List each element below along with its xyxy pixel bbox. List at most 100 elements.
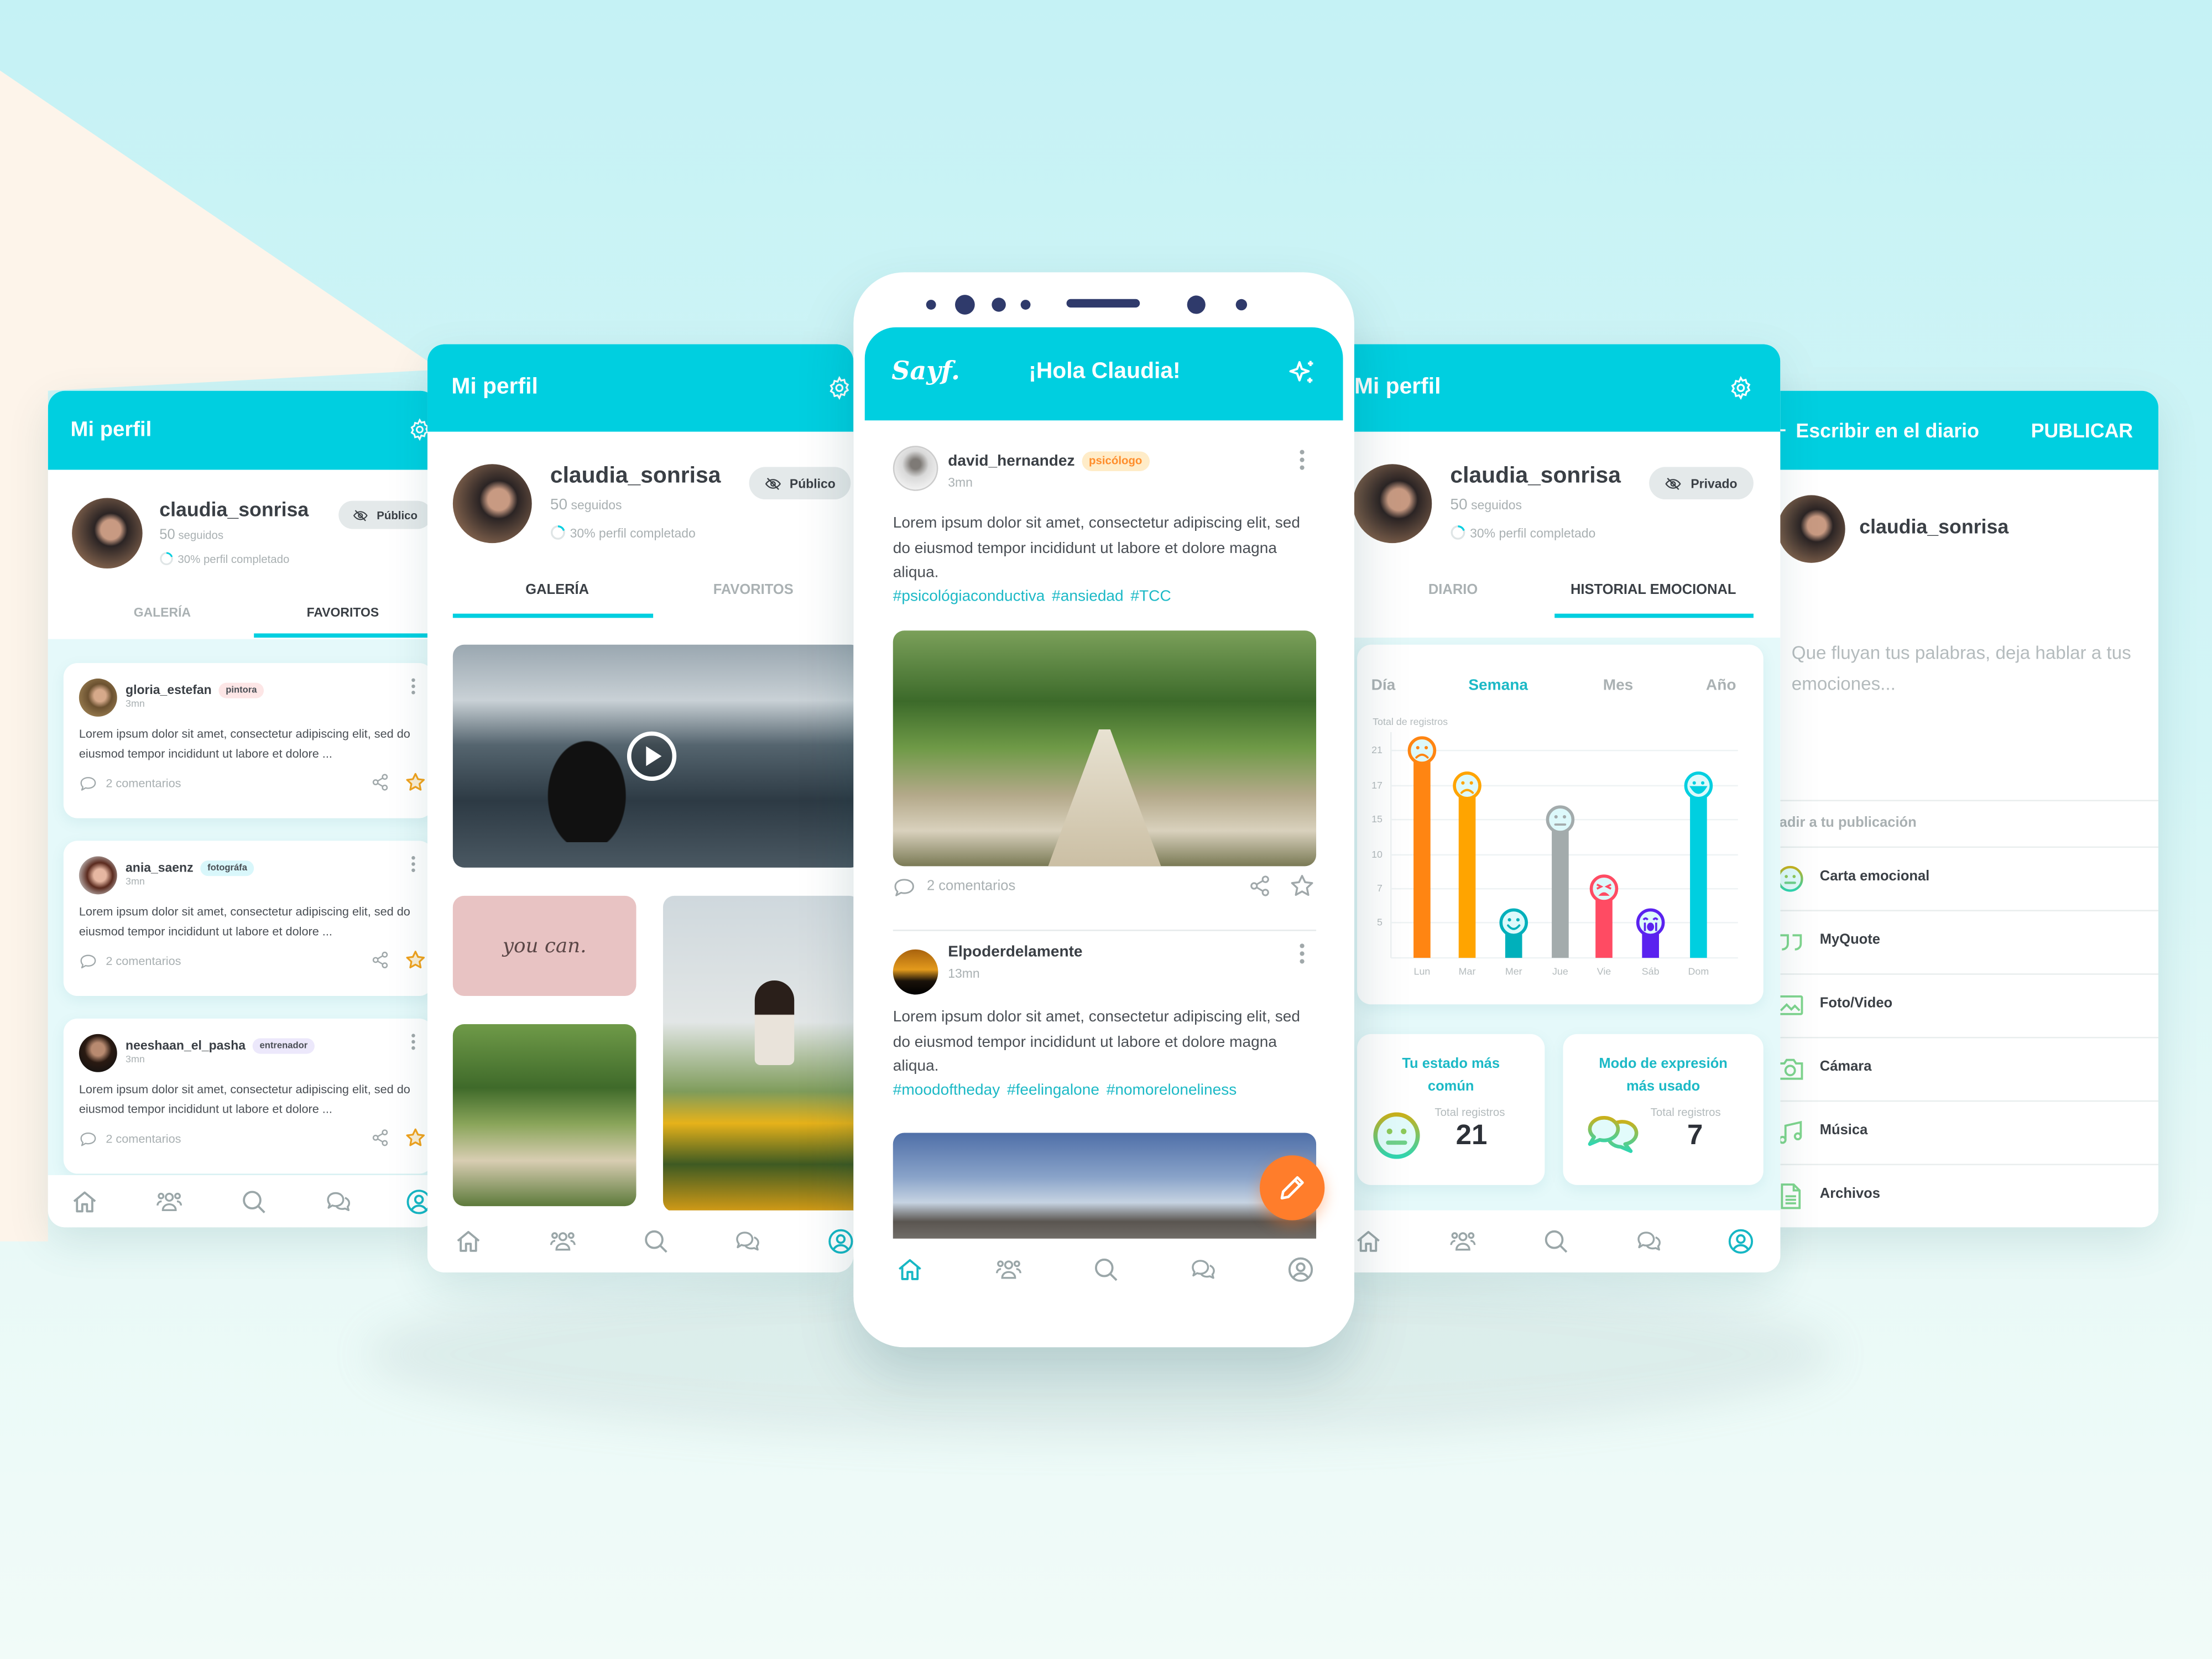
diary-textarea[interactable]: Que fluyan tus palabras, deja hablar a t… (1792, 638, 2137, 700)
post-card[interactable]: gloria_estefan pintora 3mn Lorem ipsum do… (63, 662, 434, 818)
share-icon[interactable] (371, 773, 389, 791)
comments-count[interactable]: 2 comentarios (106, 776, 181, 790)
option-archivos[interactable]: Archivos (1735, 1164, 2159, 1228)
chat-icon[interactable] (1635, 1227, 1663, 1255)
comments-count[interactable]: 2 comentarios (106, 953, 181, 968)
share-icon[interactable] (371, 1129, 389, 1147)
author-name: gloria_estefan (126, 682, 212, 697)
comment-icon[interactable] (79, 776, 97, 791)
chat-icon[interactable] (734, 1227, 762, 1255)
x-tick-label: Jue (1552, 966, 1568, 977)
profile-icon[interactable] (827, 1227, 853, 1255)
star-icon[interactable] (405, 1127, 426, 1148)
completion-text: 30% perfil completado (1470, 525, 1596, 540)
post-author: david_hernandez psicólogo (948, 451, 1150, 472)
hashtag[interactable]: #nomoreloneliness (1107, 1082, 1237, 1099)
compose-button[interactable] (1260, 1155, 1325, 1220)
star-icon[interactable] (405, 771, 426, 792)
tab-favoritos[interactable]: FAVORITOS (307, 605, 379, 619)
post-text: Lorem ipsum dolor sit amet, consectetur … (79, 904, 410, 938)
comment-icon[interactable] (79, 953, 97, 969)
author-name: neeshaan_el_pasha (126, 1038, 246, 1053)
app-logo[interactable]: Sayf. (891, 357, 960, 387)
active-tab-indicator (452, 613, 654, 618)
tab-favoritos[interactable]: FAVORITOS (713, 583, 794, 598)
completion-text: 30% perfil completado (570, 525, 696, 540)
x-tick-label: Lun (1414, 966, 1431, 977)
option-myquote[interactable]: MyQuote (1735, 910, 2159, 973)
chat-icon[interactable] (325, 1187, 353, 1215)
tab-diario[interactable]: DIARIO (1428, 583, 1478, 598)
person-figure (754, 980, 795, 1066)
post-card[interactable]: ania_saenz fotográfa 3mn Lorem ipsum dolo… (63, 841, 434, 997)
home-icon[interactable] (71, 1187, 99, 1215)
tab-galeria[interactable]: GALERÍA (525, 583, 589, 598)
app-header: Mi perfil (1333, 344, 1781, 432)
following-count: 50 seguidos (1450, 497, 1522, 514)
profile-icon[interactable] (1726, 1227, 1755, 1255)
profile-icon[interactable] (1287, 1255, 1315, 1284)
comment-icon[interactable] (893, 878, 916, 898)
comment-icon[interactable] (79, 1131, 97, 1147)
community-icon[interactable] (549, 1227, 577, 1255)
tab-historial-emocional[interactable]: HISTORIAL EMOCIONAL (1571, 583, 1736, 598)
x-tick-label: Sáb (1642, 966, 1660, 977)
more-options-icon[interactable] (1295, 448, 1310, 471)
visibility-toggle[interactable]: Público (338, 500, 432, 529)
more-options-icon[interactable] (408, 1032, 419, 1051)
sparkle-icon[interactable] (1287, 358, 1318, 389)
hashtag[interactable]: #moodoftheday (893, 1082, 1000, 1099)
more-options-icon[interactable] (408, 855, 419, 873)
community-icon[interactable] (155, 1187, 184, 1215)
play-icon[interactable] (627, 731, 677, 781)
gear-icon[interactable] (827, 375, 852, 401)
community-icon[interactable] (1449, 1227, 1477, 1255)
gear-icon[interactable] (1728, 375, 1754, 401)
option-carta-emocional[interactable]: Carta emocional (1735, 846, 2159, 910)
quote-card-image[interactable]: you can. (452, 895, 637, 997)
search-icon[interactable] (240, 1187, 268, 1215)
home-icon[interactable] (896, 1255, 924, 1284)
community-icon[interactable] (994, 1255, 1022, 1284)
share-icon[interactable] (1249, 875, 1271, 898)
publish-button[interactable]: PUBLICAR (2031, 419, 2133, 442)
share-icon[interactable] (371, 951, 389, 969)
bar-Mar[interactable] (1458, 785, 1476, 958)
bottom-nav (1333, 1210, 1781, 1273)
post-card[interactable]: neeshaan_el_pasha entrenador 3mn Lorem ip… (63, 1018, 434, 1174)
author-name: ania_saenz (126, 860, 194, 875)
comments-count[interactable]: 2 comentarios (927, 879, 1015, 894)
home-icon[interactable] (454, 1227, 482, 1255)
search-icon[interactable] (1542, 1227, 1570, 1255)
comments-count[interactable]: 2 comentarios (106, 1131, 181, 1146)
visibility-toggle[interactable]: Público (749, 467, 851, 500)
option-m-sica[interactable]: Música (1735, 1100, 2159, 1164)
star-icon[interactable] (405, 950, 426, 971)
hashtag[interactable]: #feelingalone (1007, 1082, 1099, 1099)
more-options-icon[interactable] (408, 677, 419, 695)
bar-Lun[interactable] (1413, 750, 1431, 958)
hashtag[interactable]: #psicológiaconductiva (893, 588, 1045, 606)
y-tick-label: 7 (1377, 883, 1383, 894)
more-options-icon[interactable] (1295, 942, 1310, 965)
hashtag[interactable]: #ansiedad (1052, 588, 1124, 606)
hashtag[interactable]: #TCC (1130, 588, 1171, 606)
visibility-toggle[interactable]: Privado (1649, 467, 1754, 500)
star-icon[interactable] (1290, 873, 1315, 899)
option-c-mara[interactable]: Cámara (1735, 1036, 2159, 1100)
stat-card-mood: Tu estado más común Total registros 21 (1357, 1034, 1545, 1185)
forest-path-image[interactable] (893, 630, 1317, 867)
bar-Dom[interactable] (1690, 785, 1707, 958)
sunflower-image[interactable] (662, 895, 854, 1212)
search-icon[interactable] (1092, 1255, 1120, 1284)
chat-icon[interactable] (1189, 1255, 1217, 1284)
option-foto-video[interactable]: Foto/Video (1735, 973, 2159, 1037)
bar-Jue[interactable] (1552, 820, 1569, 958)
avatar (79, 856, 117, 895)
avatar (79, 679, 117, 717)
video-thumbnail[interactable] (452, 644, 854, 868)
search-icon[interactable] (642, 1227, 670, 1255)
home-icon[interactable] (1354, 1227, 1383, 1255)
tab-galeria[interactable]: GALERÍA (134, 605, 191, 619)
forest-path-image[interactable] (452, 1024, 637, 1207)
